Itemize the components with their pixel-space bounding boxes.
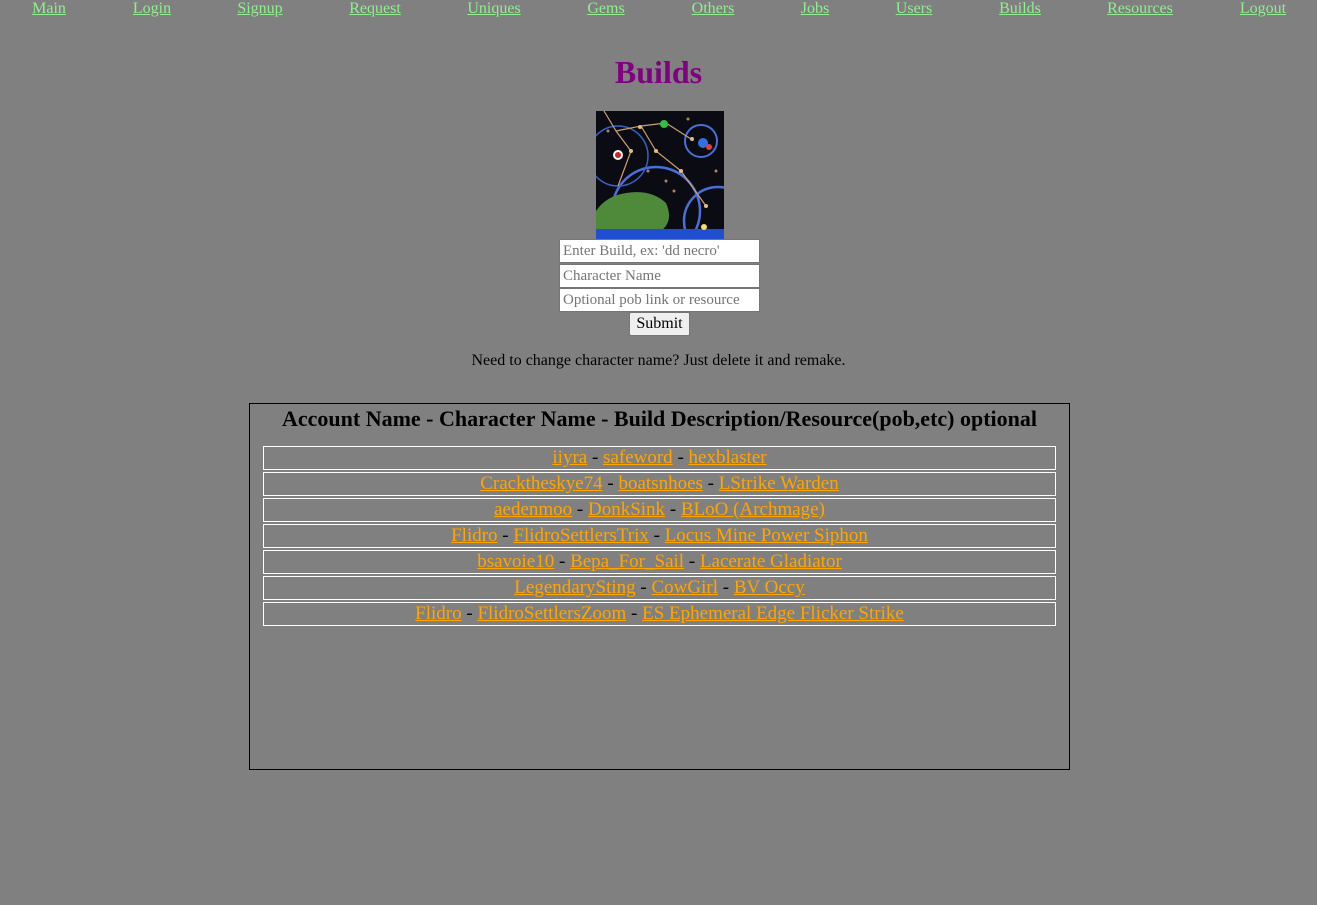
account-link[interactable]: iiyra: [552, 447, 587, 468]
top-nav: Main Login Signup Request Uniques Gems O…: [0, 0, 1317, 20]
character-link[interactable]: CowGirl: [651, 577, 718, 598]
build-link[interactable]: BLoO (Archmage): [681, 499, 825, 520]
nav-link-logout[interactable]: Logout: [1240, 0, 1286, 18]
separator: -: [502, 525, 509, 546]
separator: -: [653, 525, 660, 546]
separator: -: [640, 577, 647, 598]
builds-panel: Account Name - Character Name - Build De…: [249, 403, 1070, 770]
separator: -: [607, 473, 614, 494]
separator: -: [591, 447, 599, 468]
passive-tree-image: [596, 111, 724, 239]
builds-header: Account Name - Character Name - Build De…: [281, 406, 1038, 431]
separator: -: [576, 499, 584, 520]
build-row: Flidro - FlidroSettlersZoom - ES Ephemer…: [263, 602, 1056, 626]
nav-link-login[interactable]: Login: [133, 0, 171, 18]
build-row: bsavoie10 - Bepa_For_Sail - Lacerate Gla…: [263, 550, 1056, 574]
build-link[interactable]: Lacerate Gladiator: [700, 551, 842, 572]
submit-button[interactable]: Submit: [629, 312, 690, 336]
nav-link-signup[interactable]: Signup: [237, 0, 282, 18]
account-link[interactable]: bsavoie10: [477, 551, 554, 572]
build-row: iiyra - safeword - hexblaster: [263, 446, 1056, 470]
separator: -: [466, 603, 473, 624]
nav-link-gems[interactable]: Gems: [587, 0, 624, 18]
character-link[interactable]: Bepa_For_Sail: [570, 551, 684, 572]
build-row: Cracktheskye74 - boatsnhoes - LStrike Wa…: [263, 472, 1056, 496]
nav-link-jobs[interactable]: Jobs: [801, 0, 829, 18]
character-link[interactable]: FlidroSettlersZoom: [477, 603, 626, 624]
character-name-input[interactable]: [559, 264, 760, 288]
separator: -: [559, 551, 566, 572]
separator: -: [677, 447, 684, 468]
separator: -: [707, 473, 714, 494]
builds-list: iiyra - safeword - hexblaster Crackthesk…: [263, 446, 1056, 628]
character-link[interactable]: FlidroSettlersTrix: [513, 525, 649, 546]
build-link[interactable]: ES Ephemeral Edge Flicker Strike: [642, 603, 904, 624]
nav-link-uniques[interactable]: Uniques: [467, 0, 520, 18]
build-link[interactable]: BV Occy: [734, 577, 805, 598]
build-link[interactable]: Locus Mine Power Siphon: [665, 525, 868, 546]
separator: -: [631, 603, 638, 624]
character-link[interactable]: safeword: [603, 447, 673, 468]
separator: -: [688, 551, 696, 572]
build-row: LegendarySting - CowGirl - BV Occy: [263, 576, 1056, 600]
build-input[interactable]: [559, 239, 760, 263]
separator: -: [669, 499, 677, 520]
nav-link-resources[interactable]: Resources: [1107, 0, 1173, 18]
nav-link-request[interactable]: Request: [349, 0, 401, 18]
account-link[interactable]: LegendarySting: [514, 577, 635, 598]
build-row: Flidro - FlidroSettlersTrix - Locus Mine…: [263, 524, 1056, 548]
pob-link-input[interactable]: [559, 288, 760, 312]
nav-link-builds[interactable]: Builds: [999, 0, 1041, 18]
nav-link-users[interactable]: Users: [896, 0, 932, 18]
change-name-hint: Need to change character name? Just dele…: [471, 352, 846, 369]
page-title: Builds: [614, 54, 703, 90]
build-link[interactable]: LStrike Warden: [719, 473, 839, 494]
separator: -: [722, 577, 730, 598]
account-link[interactable]: aedenmoo: [494, 499, 572, 520]
character-link[interactable]: boatsnhoes: [618, 473, 702, 494]
account-link[interactable]: Flidro: [415, 603, 461, 624]
account-link[interactable]: Flidro: [451, 525, 497, 546]
nav-link-others[interactable]: Others: [692, 0, 735, 18]
build-link[interactable]: hexblaster: [689, 447, 767, 468]
nav-link-main[interactable]: Main: [32, 0, 66, 18]
character-link[interactable]: DonkSink: [588, 499, 665, 520]
account-link[interactable]: Cracktheskye74: [480, 473, 602, 494]
build-row: aedenmoo - DonkSink - BLoO (Archmage): [263, 498, 1056, 522]
passive-tree-graphic: [596, 111, 724, 239]
